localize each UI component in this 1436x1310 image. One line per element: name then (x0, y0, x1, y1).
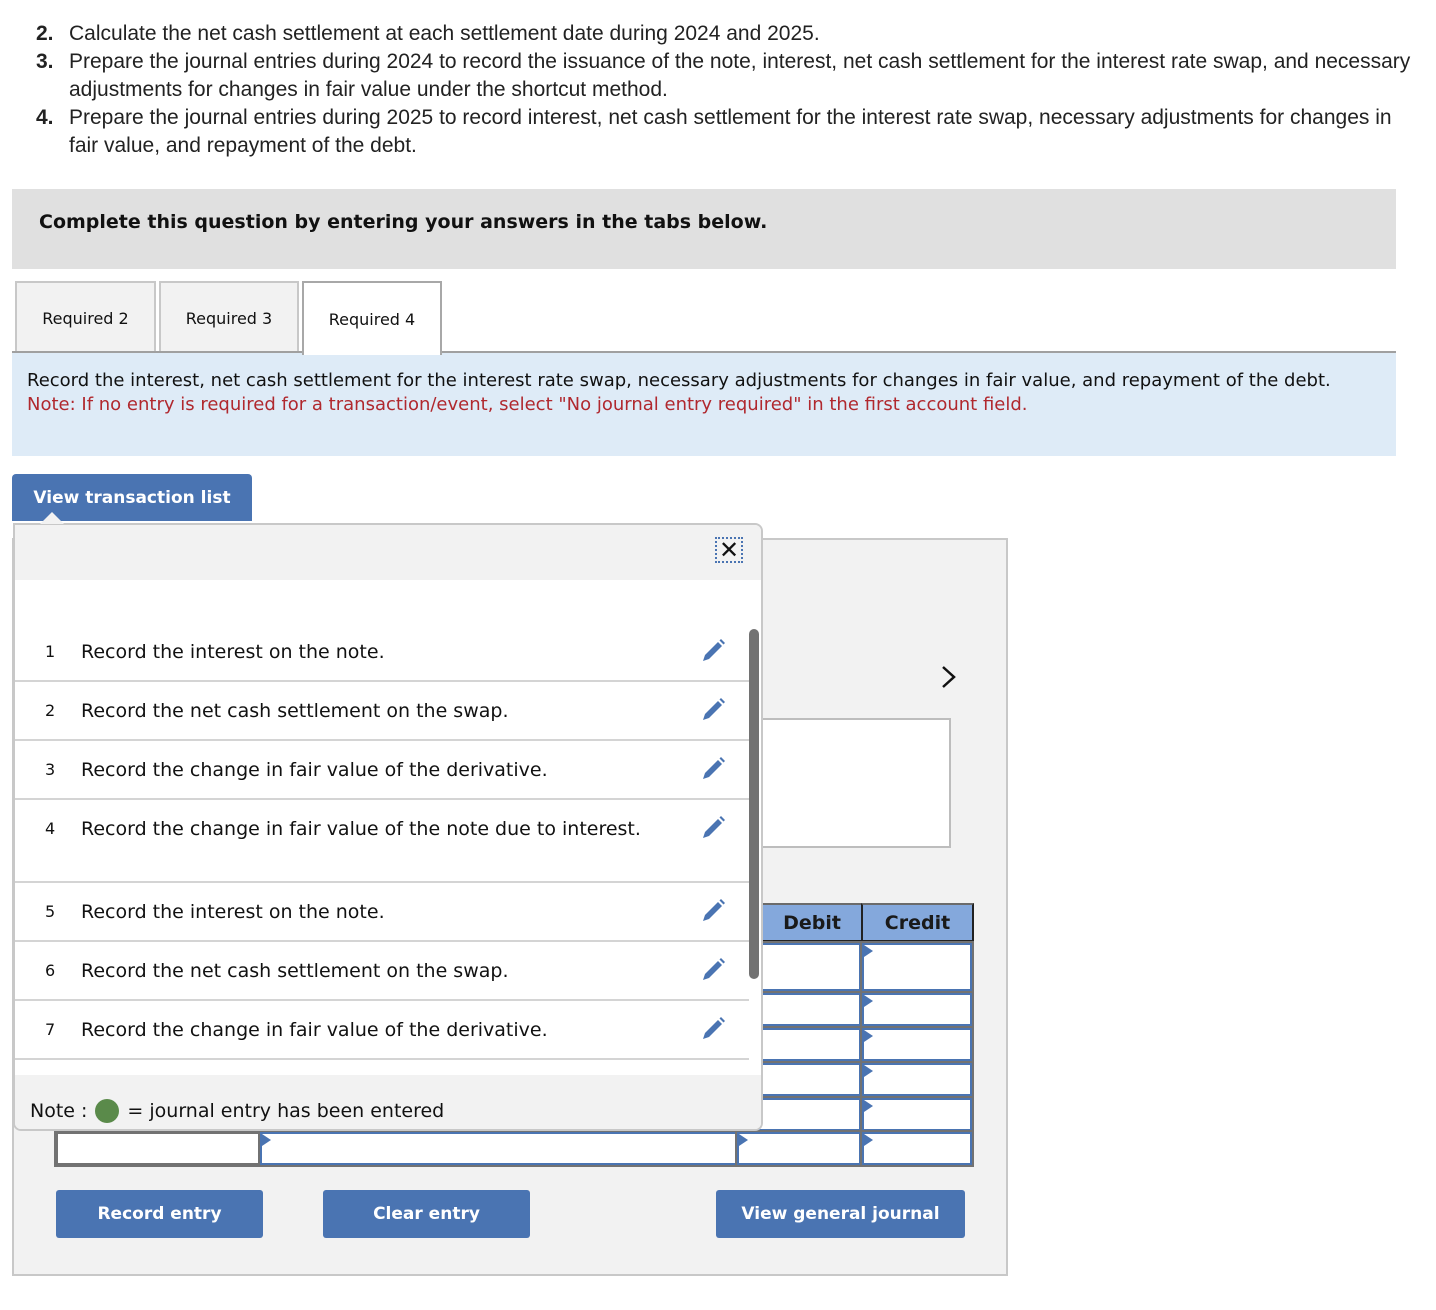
question-banner: Complete this question by entering your … (12, 189, 1396, 269)
transaction-number: 3 (45, 760, 56, 779)
credit-field[interactable] (860, 1130, 974, 1167)
instruction-item: 3. Prepare the journal entries during 20… (36, 48, 1426, 104)
popup-legend: Note : = journal entry has been entered (15, 1075, 761, 1129)
pencil-icon[interactable] (699, 755, 727, 783)
dropdown-marker-icon (739, 1134, 748, 1146)
instruction-item: 4. Prepare the journal entries during 20… (36, 104, 1426, 160)
transaction-number: 2 (45, 701, 56, 720)
popup-header: ✕ (15, 525, 761, 580)
transaction-text: Record the change in fair value of the d… (81, 1019, 548, 1041)
tab-required-2[interactable]: Required 2 (15, 281, 156, 353)
pencil-icon[interactable] (699, 814, 727, 842)
pencil-icon[interactable] (699, 696, 727, 724)
transaction-row[interactable]: 6 Record the net cash settlement on the s… (15, 942, 749, 1001)
credit-header: Credit (861, 903, 974, 942)
requirement-tabs: Required 2 Required 3 Required 4 (12, 281, 1396, 355)
dropdown-marker-icon (864, 995, 873, 1007)
transaction-text: Record the interest on the note. (81, 641, 385, 663)
legend-prefix: Note : (30, 1100, 88, 1122)
transaction-number: 5 (45, 902, 56, 921)
scrollbar[interactable] (749, 629, 759, 979)
credit-field[interactable] (860, 1026, 974, 1063)
banner-text: Complete this question by entering your … (39, 211, 768, 233)
pencil-icon[interactable] (699, 956, 727, 984)
date-field[interactable] (54, 1130, 262, 1167)
dropdown-marker-icon (864, 945, 873, 957)
tab-required-3[interactable]: Required 3 (159, 281, 299, 353)
transaction-number: 7 (45, 1020, 56, 1039)
transaction-list: 1 Record the interest on the note. 2 Record… (15, 623, 749, 1060)
instruction-number: 3. (36, 50, 54, 73)
chevron-right-icon[interactable] (938, 663, 964, 693)
dropdown-marker-icon (864, 1134, 873, 1146)
transaction-number: 1 (45, 642, 56, 661)
record-entry-button[interactable]: Record entry (56, 1190, 263, 1238)
transaction-text: Record the change in fair value of the n… (81, 818, 641, 840)
dropdown-marker-icon (864, 1065, 873, 1077)
instruction-box: Record the interest, net cash settlement… (12, 353, 1396, 456)
instruction-number: 2. (36, 22, 54, 45)
debit-field[interactable] (735, 1130, 863, 1167)
pencil-icon[interactable] (699, 637, 727, 665)
transaction-number: 4 (45, 819, 56, 838)
instruction-box-note: Note: If no entry is required for a tran… (27, 394, 1028, 415)
transaction-row[interactable]: 7 Record the change in fair value of the … (15, 1001, 749, 1060)
instruction-item: 2. Calculate the net cash settlement at … (36, 20, 1426, 48)
dropdown-marker-icon (262, 1134, 271, 1146)
account-field[interactable] (258, 1130, 739, 1167)
debit-header: Debit (760, 903, 862, 942)
pencil-icon[interactable] (699, 1015, 727, 1043)
tab-required-4[interactable]: Required 4 (302, 281, 442, 355)
close-icon[interactable]: ✕ (715, 537, 743, 563)
transaction-row[interactable]: 2 Record the net cash settlement on the s… (15, 682, 749, 741)
credit-field[interactable] (860, 1061, 974, 1098)
dropdown-marker-icon (864, 1100, 873, 1112)
instruction-box-text: Record the interest, net cash settlement… (27, 370, 1331, 391)
transaction-row[interactable]: 3 Record the change in fair value of the … (15, 741, 749, 800)
transaction-row[interactable]: 1 Record the interest on the note. (15, 623, 749, 682)
instruction-text: Calculate the net cash settlement at eac… (69, 22, 820, 45)
credit-field[interactable] (860, 941, 974, 993)
legend-text: = journal entry has been entered (127, 1100, 445, 1122)
transaction-list-popup: ✕ 1 Record the interest on the note. 2 Reco… (13, 523, 763, 1131)
pencil-icon[interactable] (699, 897, 727, 925)
credit-field[interactable] (860, 991, 974, 1028)
transaction-text: Record the net cash settlement on the sw… (81, 960, 509, 982)
dropdown-marker-icon (864, 1030, 873, 1042)
clear-entry-button[interactable]: Clear entry (323, 1190, 530, 1238)
instruction-number: 4. (36, 106, 54, 129)
transaction-number: 6 (45, 961, 56, 980)
transaction-description-box (745, 718, 951, 848)
credit-field[interactable] (860, 1096, 974, 1133)
transaction-row[interactable]: 4 Record the change in fair value of the … (15, 800, 749, 883)
transaction-row[interactable]: 5 Record the interest on the note. (15, 883, 749, 942)
transaction-text: Record the interest on the note. (81, 901, 385, 923)
popup-pointer (40, 512, 64, 524)
view-general-journal-button[interactable]: View general journal (716, 1190, 965, 1238)
instruction-text: Prepare the journal entries during 2024 … (69, 50, 1411, 101)
instruction-text: Prepare the journal entries during 2025 … (69, 106, 1392, 157)
entered-indicator-icon (95, 1099, 120, 1123)
transaction-text: Record the net cash settlement on the sw… (81, 700, 509, 722)
instructions: 2. Calculate the net cash settlement at … (36, 20, 1426, 160)
transaction-text: Record the change in fair value of the d… (81, 759, 548, 781)
